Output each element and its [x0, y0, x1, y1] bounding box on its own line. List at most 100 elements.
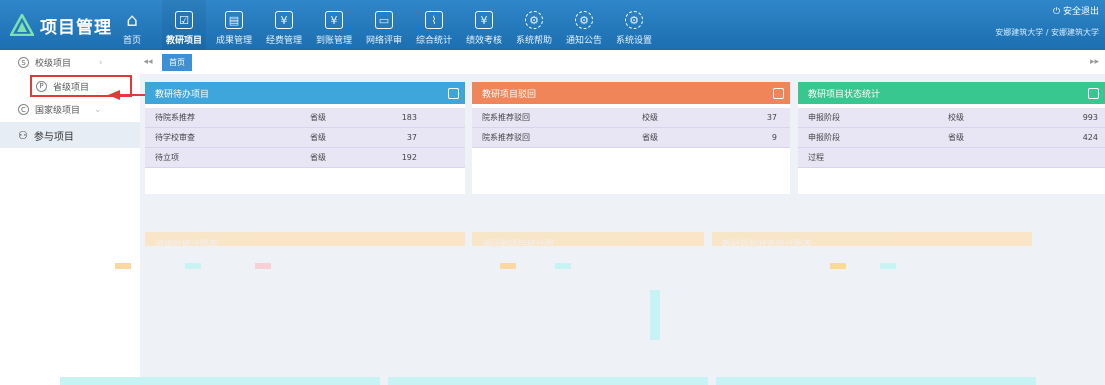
chart-bar — [650, 290, 660, 340]
legend-swatch — [880, 263, 896, 269]
table-row[interactable]: 院系推荐驳回 校级 37 — [472, 108, 790, 128]
rejected-chart-panel-header: 退回的项目统计图 — [472, 232, 704, 250]
table-row[interactable]: 申报阶段 校级 993 — [798, 108, 1105, 128]
nav-settings[interactable]: ⚙ 系统设置 — [612, 0, 656, 50]
nav-achievements[interactable]: ▤ 成果管理 — [212, 0, 256, 50]
nav-statistics[interactable]: ⌇ 综合统计 — [412, 0, 456, 50]
nav-teaching-research[interactable]: ☑ 教研项目 — [162, 0, 206, 50]
row-name: 申报阶段 — [808, 113, 840, 122]
panel-title: 教研待办项目 — [155, 89, 210, 100]
row-count: 183 — [401, 113, 417, 122]
logout-label: 安全退出 — [1062, 7, 1099, 17]
row-level: 省级 — [310, 113, 326, 122]
power-icon: ⏻ — [1052, 7, 1061, 17]
nav-label: 经费管理 — [265, 36, 302, 46]
home-icon: ⌂ — [126, 9, 138, 31]
gear-icon: ⚙ — [525, 11, 543, 29]
nav-home[interactable]: ⌂ 首页 — [118, 0, 146, 50]
status-panel: 教研项目状态统计 申报阶段 校级 993 申报阶段 省级 424 过程 — [798, 82, 1105, 194]
logout-button[interactable]: ⏻ 安全退出 — [995, 4, 1099, 17]
check-icon[interactable] — [448, 87, 459, 99]
table-row[interactable]: 申报阶段 省级 424 — [798, 128, 1105, 148]
sidebar-item-participate-project[interactable]: ⚇ 参与项目 — [0, 122, 140, 148]
row-level: 省级 — [642, 133, 658, 142]
sidebar: S 校级项目 › P 省级项目 C 国家级项目 ⌄ ⚇ 参与项目 — [0, 50, 140, 385]
tab-scroll-left-icon[interactable]: ◂◂ — [140, 57, 156, 67]
sidebar-item-label: 参与项目 — [33, 131, 74, 143]
sidebar-item-national-project[interactable]: C 国家级项目 ⌄ — [0, 97, 140, 122]
nav-label: 网络评审 — [365, 36, 402, 46]
row-count: 424 — [1082, 133, 1098, 142]
row-name: 待学校审查 — [155, 133, 195, 142]
nav-help[interactable]: ⚙ 系统帮助 — [512, 0, 556, 50]
folder-icon: ▭ — [375, 11, 393, 29]
table-row[interactable]: 院系推荐驳回 省级 9 — [472, 128, 790, 148]
panel-title: 教研项目驳回 — [482, 89, 537, 100]
app-title: 项目管理 — [40, 17, 112, 38]
row-count: 37 — [766, 113, 777, 122]
sub-panel-title: 待审批统计图表 — [155, 240, 219, 250]
table-row[interactable]: 待院系推荐 省级 183 — [145, 108, 465, 128]
nav-label: 系统设置 — [615, 36, 652, 46]
user-area: ⏻ 安全退出 安娜建筑大学 / 安娜建筑大学 — [995, 4, 1099, 38]
bottom-panel-header — [60, 377, 380, 385]
sidebar-item-school-project[interactable]: S 校级项目 › — [0, 50, 140, 75]
chart-icon[interactable] — [1088, 87, 1099, 99]
bottom-panel-header — [716, 377, 1036, 385]
todo-panel: 教研待办项目 待院系推荐 省级 183 待学校审查 省级 37 待立项 省级 1… — [145, 82, 465, 194]
top-navigation-bar: 项目管理 ⌂ 首页 ☑ 教研项目 ▤ 成果管理 ¥ 经费管理 ¥ 到账管理 ▭ … — [0, 0, 1105, 50]
row-count: 993 — [1082, 113, 1098, 122]
row-name: 待院系推荐 — [155, 113, 195, 122]
bottom-panel-header — [388, 377, 708, 385]
chevron-down-icon: ⌄ — [94, 104, 102, 115]
clipboard-icon[interactable] — [773, 87, 784, 99]
row-count: 192 — [401, 153, 417, 162]
legend-swatch — [830, 263, 846, 269]
legend-swatch — [185, 263, 201, 269]
nav-performance[interactable]: ¥ 绩效考核 — [462, 0, 506, 50]
todo-chart-panel-header: 待审批统计图表 — [145, 232, 465, 250]
todo-table: 待院系推荐 省级 183 待学校审查 省级 37 待立项 省级 192 — [145, 108, 465, 168]
status-chart-panel-header: 教研项目状态统计图表 — [712, 232, 1032, 250]
gear-icon: ⚙ — [625, 11, 643, 29]
circle-s-icon: S — [18, 57, 29, 68]
row-name: 院系推荐驳回 — [482, 133, 530, 142]
user-names[interactable]: 安娜建筑大学 / 安娜建筑大学 — [995, 27, 1099, 38]
nav-funding[interactable]: ¥ 经费管理 — [262, 0, 306, 50]
sub-panel-title: 退回的项目统计图 — [482, 240, 555, 250]
nav-label: 系统帮助 — [515, 36, 552, 46]
row-level: 校级 — [642, 113, 658, 122]
tab-scroll-right-icon[interactable]: ▸▸ — [1090, 57, 1099, 67]
nav-notices[interactable]: ⚙ 通知公告 — [562, 0, 606, 50]
row-name: 申报阶段 — [808, 133, 840, 142]
rejected-panel: 教研项目驳回 院系推荐驳回 校级 37 院系推荐驳回 省级 9 — [472, 82, 790, 194]
row-count: 37 — [406, 133, 417, 142]
table-row[interactable]: 待立项 省级 192 — [145, 148, 465, 168]
tab-home[interactable]: 首页 — [162, 53, 192, 71]
panel-title: 教研项目状态统计 — [808, 89, 881, 100]
row-level: 省级 — [310, 133, 326, 142]
nav-label: 教研项目 — [165, 36, 202, 46]
legend-swatch — [555, 263, 571, 269]
nav-online-review[interactable]: ▭ 网络评审 — [362, 0, 406, 50]
main-nav: ⌂ 首页 ☑ 教研项目 ▤ 成果管理 ¥ 经费管理 ¥ 到账管理 ▭ 网络评审 … — [118, 0, 662, 50]
yen-icon: ¥ — [325, 11, 343, 29]
sidebar-item-label: 校级项目 — [35, 59, 72, 69]
nav-label: 到账管理 — [315, 36, 352, 46]
row-name: 过程 — [808, 153, 824, 162]
chevron-right-icon: › — [99, 57, 103, 68]
table-row[interactable]: 待学校审查 省级 37 — [145, 128, 465, 148]
row-level: 省级 — [948, 133, 964, 142]
table-row[interactable]: 过程 — [798, 148, 1105, 168]
panel-header: 教研待办项目 — [145, 82, 465, 104]
tab-bar: ◂◂ 首页 ▸▸ — [140, 50, 1105, 74]
row-name: 院系推荐驳回 — [482, 113, 530, 122]
sidebar-item-label: 省级项目 — [53, 82, 90, 93]
nav-arrival[interactable]: ¥ 到账管理 — [312, 0, 356, 50]
legend-swatch — [500, 263, 516, 269]
yen-icon: ¥ — [475, 11, 493, 29]
users-icon: ⚇ — [18, 128, 28, 142]
nav-label: 综合统计 — [415, 36, 452, 46]
app-logo[interactable]: 项目管理 — [0, 13, 118, 38]
legend-swatch — [255, 263, 271, 269]
